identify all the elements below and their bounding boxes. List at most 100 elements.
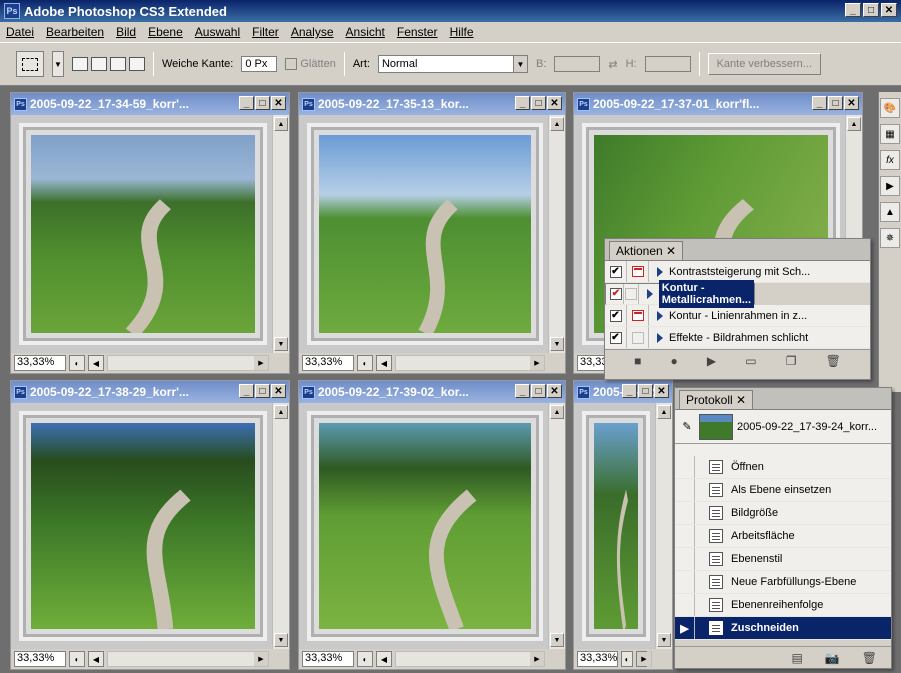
document-titlebar[interactable]: Ps 2005-09-22_17-35-13_kor... _ □ ✕: [299, 93, 565, 115]
minimize-button[interactable]: _: [515, 96, 530, 110]
dialog-toggle-empty[interactable]: [624, 288, 637, 300]
action-row-selected[interactable]: ✔ Kontur - Metallicrahmen...: [605, 280, 755, 308]
history-source-box[interactable]: [675, 594, 695, 616]
history-row[interactable]: Ebenenstil: [675, 548, 891, 571]
brushes-icon[interactable]: 🎨: [880, 98, 900, 118]
trash-icon[interactable]: 🗑: [826, 354, 841, 368]
document-canvas[interactable]: ▲ ▼: [11, 115, 289, 353]
history-source-box[interactable]: [675, 571, 695, 593]
close-button[interactable]: ✕: [271, 384, 286, 398]
history-source-box[interactable]: [675, 456, 695, 478]
maximize-button[interactable]: □: [828, 96, 843, 110]
swatches-icon[interactable]: ▦: [880, 124, 900, 144]
maximize-button[interactable]: □: [863, 3, 879, 17]
close-button[interactable]: ✕: [654, 384, 669, 398]
action-row[interactable]: ✔ Kontur - Linienrahmen in z...: [605, 305, 870, 327]
dialog-toggle-empty[interactable]: [631, 331, 644, 344]
trash-icon[interactable]: 🗑: [862, 651, 877, 665]
menu-bearbeiten[interactable]: Bearbeiten: [46, 25, 104, 39]
history-source-box[interactable]: [675, 548, 695, 570]
history-row[interactable]: Arbeitsfläche: [675, 525, 891, 548]
maximize-button[interactable]: □: [638, 384, 653, 398]
scroll-up-icon[interactable]: ▲: [550, 117, 564, 131]
vertical-scrollbar[interactable]: ▲ ▼: [272, 115, 289, 353]
history-brush-icon[interactable]: ✎: [675, 420, 699, 433]
document-titlebar[interactable]: Ps 2005-09-22_17-38-29_korr'... _ □ ✕: [11, 381, 289, 403]
scroll-right-icon[interactable]: ▶: [254, 356, 268, 370]
document-window[interactable]: Ps 2005-09-22 _ □ ✕ ▲ ▼ 33,33%: [573, 380, 673, 670]
play-icon[interactable]: ▶: [707, 354, 716, 368]
scroll-left-icon[interactable]: ◀: [88, 651, 104, 667]
animation-icon[interactable]: ▶: [880, 176, 900, 196]
tab-protokoll[interactable]: Protokoll ✕: [679, 390, 754, 409]
status-menu-icon[interactable]: ◐: [69, 651, 85, 667]
tool-preset-picker[interactable]: [16, 51, 44, 77]
status-menu-icon[interactable]: ◐: [357, 651, 373, 667]
refine-edge-button[interactable]: Kante verbessern...: [707, 53, 821, 75]
scroll-down-icon[interactable]: ▼: [657, 633, 671, 647]
action-row[interactable]: ✔ Effekte - Bildrahmen schlicht: [605, 327, 870, 349]
menu-bild[interactable]: Bild: [116, 25, 136, 39]
menu-filter[interactable]: Filter: [252, 25, 279, 39]
history-source-box[interactable]: ▶: [675, 617, 695, 639]
dialog-toggle-icon[interactable]: [631, 266, 644, 277]
height-input[interactable]: [644, 56, 691, 72]
vertical-scrollbar[interactable]: ▲ ▼: [548, 115, 565, 353]
history-source-box[interactable]: [675, 479, 695, 501]
horizontal-scrollbar[interactable]: ▶: [107, 355, 269, 371]
horizontal-scrollbar[interactable]: ▶: [637, 651, 652, 667]
record-icon[interactable]: ●: [671, 354, 678, 368]
new-document-icon[interactable]: ▤: [791, 651, 802, 665]
check-icon[interactable]: ✔: [609, 309, 622, 322]
scroll-right-icon[interactable]: ▶: [530, 356, 544, 370]
scroll-down-icon[interactable]: ▼: [274, 633, 288, 647]
menu-hilfe[interactable]: Hilfe: [450, 25, 474, 39]
close-button[interactable]: ✕: [881, 3, 897, 17]
scroll-up-icon[interactable]: ▲: [550, 405, 564, 419]
menu-ansicht[interactable]: Ansicht: [346, 25, 385, 39]
close-button[interactable]: ✕: [547, 96, 562, 110]
zoom-field[interactable]: 33,33%: [14, 355, 66, 371]
vertical-scrollbar[interactable]: ▲ ▼: [548, 403, 565, 649]
chevron-down-icon[interactable]: ▼: [52, 51, 64, 77]
history-source-box[interactable]: [675, 525, 695, 547]
zoom-field[interactable]: 33,33%: [577, 651, 619, 667]
scroll-up-icon[interactable]: ▲: [274, 117, 288, 131]
document-window[interactable]: Ps 2005-09-22_17-34-59_korr'... _ □ ✕ ▲ …: [10, 92, 290, 374]
add-selection-button[interactable]: [91, 57, 107, 71]
document-canvas[interactable]: ▲ ▼: [299, 115, 565, 353]
tab-aktionen[interactable]: Aktionen ✕: [609, 241, 684, 260]
document-titlebar[interactable]: Ps 2005-09-22_17-34-59_korr'... _ □ ✕: [11, 93, 289, 115]
maximize-button[interactable]: □: [255, 96, 270, 110]
dialog-toggle-icon[interactable]: [631, 310, 644, 321]
minimize-button[interactable]: _: [845, 3, 861, 17]
document-titlebar[interactable]: Ps 2005-09-22_17-39-02_kor... _ □ ✕: [299, 381, 565, 403]
new-selection-button[interactable]: [72, 57, 88, 71]
scroll-up-icon[interactable]: ▲: [274, 405, 288, 419]
expand-triangle-icon[interactable]: [657, 266, 663, 277]
status-menu-icon[interactable]: ◐: [621, 651, 633, 667]
history-row[interactable]: Bildgröße: [675, 502, 891, 525]
minimize-button[interactable]: _: [515, 384, 530, 398]
scroll-up-icon[interactable]: ▲: [847, 117, 861, 131]
minimize-button[interactable]: _: [239, 96, 254, 110]
history-source-box[interactable]: [675, 502, 695, 524]
check-icon[interactable]: ✔: [609, 288, 622, 300]
scroll-right-icon[interactable]: ▶: [254, 652, 268, 666]
document-titlebar[interactable]: Ps 2005-09-22 _ □ ✕: [574, 381, 672, 403]
scroll-down-icon[interactable]: ▼: [550, 633, 564, 647]
maximize-button[interactable]: □: [531, 384, 546, 398]
subtract-selection-button[interactable]: [110, 57, 126, 71]
status-menu-icon[interactable]: ◐: [357, 355, 373, 371]
width-input[interactable]: [554, 56, 601, 72]
zoom-field[interactable]: 33,33%: [302, 355, 354, 371]
soft-edge-input[interactable]: 0 Px: [241, 56, 278, 72]
snapshot-row[interactable]: ✎ 2005-09-22_17-39-24_korr...: [675, 410, 891, 444]
history-row[interactable]: Neue Farbfüllungs-Ebene: [675, 571, 891, 594]
maximize-button[interactable]: □: [255, 384, 270, 398]
scroll-down-icon[interactable]: ▼: [550, 337, 564, 351]
menu-auswahl[interactable]: Auswahl: [195, 25, 240, 39]
maximize-button[interactable]: □: [531, 96, 546, 110]
check-icon[interactable]: ✔: [609, 265, 622, 278]
document-canvas[interactable]: ▲ ▼: [11, 403, 289, 649]
